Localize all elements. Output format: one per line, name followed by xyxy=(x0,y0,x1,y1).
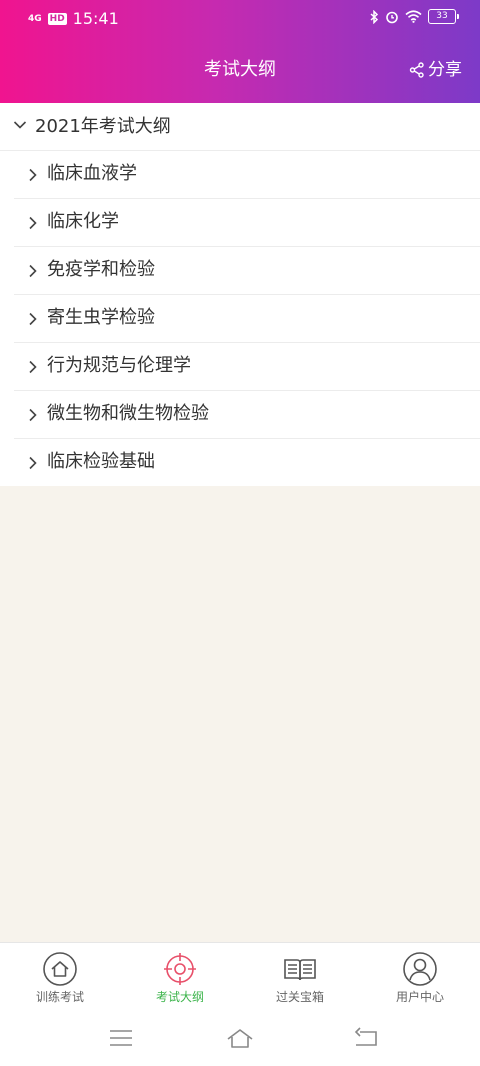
hd-badge: HD xyxy=(47,13,67,25)
user-icon xyxy=(403,952,437,986)
share-label: 分享 xyxy=(428,60,462,80)
status-bar: 4G HD 15:41 33 xyxy=(0,0,480,38)
chevron-right-icon xyxy=(29,216,37,230)
tab-training-exam[interactable]: 训练考试 xyxy=(0,943,120,1015)
page-title: 考试大纲 xyxy=(204,59,276,80)
outline-group-title: 2021年考试大纲 xyxy=(35,116,171,137)
outline-item-label: 临床血液学 xyxy=(47,163,137,184)
outline-item-5[interactable]: 行为规范与伦理学 xyxy=(14,343,480,391)
outline-item-7[interactable]: 临床检验基础 xyxy=(14,439,480,486)
outline-item-label: 行为规范与伦理学 xyxy=(47,355,191,376)
outline-item-3[interactable]: 免疫学和检验 xyxy=(14,247,480,295)
menu-icon[interactable] xyxy=(107,1026,135,1050)
status-time: 15:41 xyxy=(72,9,119,28)
battery-icon: 33 xyxy=(428,9,459,24)
tab-user-center[interactable]: 用户中心 xyxy=(360,943,480,1015)
outline-item-label: 临床化学 xyxy=(47,211,119,232)
outline-item-1[interactable]: 临床血液学 xyxy=(14,151,480,199)
outline-item-4[interactable]: 寄生虫学检验 xyxy=(14,295,480,343)
home-nav-icon[interactable] xyxy=(226,1026,254,1050)
signal-indicator: 4G xyxy=(28,13,42,24)
system-nav-bar xyxy=(0,1014,480,1066)
tab-label: 过关宝箱 xyxy=(275,990,324,1004)
chevron-right-icon xyxy=(29,408,37,422)
book-icon xyxy=(284,959,316,981)
share-icon xyxy=(409,62,424,78)
home-icon xyxy=(43,952,77,986)
chevron-right-icon xyxy=(29,264,37,278)
back-icon[interactable] xyxy=(352,1026,380,1050)
outline-item-label: 免疫学和检验 xyxy=(47,259,155,280)
app-header: 4G HD 15:41 33 考试大纲 分享 xyxy=(0,0,480,103)
chevron-down-icon xyxy=(13,121,27,129)
outline-item-2[interactable]: 临床化学 xyxy=(14,199,480,247)
chevron-right-icon xyxy=(29,312,37,326)
chevron-right-icon xyxy=(29,360,37,374)
outline-item-label: 寄生虫学检验 xyxy=(47,307,155,328)
chevron-right-icon xyxy=(29,168,37,182)
bluetooth-icon xyxy=(370,9,379,24)
outline-group-header[interactable]: 2021年考试大纲 xyxy=(0,103,480,151)
share-button[interactable]: 分享 xyxy=(409,58,462,82)
tab-label: 用户中心 xyxy=(395,990,444,1004)
bottom-tab-bar: 训练考试 考试大纲 过关宝箱 用户中心 xyxy=(0,942,480,1015)
target-icon xyxy=(164,953,196,985)
chevron-right-icon xyxy=(29,456,37,470)
outline-panel: 2021年考试大纲 临床血液学 临床化学 免疫学和检验 寄生虫学检验 行为规范与… xyxy=(0,103,480,486)
tab-treasure-box[interactable]: 过关宝箱 xyxy=(240,943,360,1015)
tab-exam-outline[interactable]: 考试大纲 xyxy=(120,943,240,1015)
tab-label: 考试大纲 xyxy=(155,990,204,1004)
outline-item-label: 微生物和微生物检验 xyxy=(47,403,209,424)
outline-item-label: 临床检验基础 xyxy=(47,451,155,472)
alarm-icon xyxy=(386,11,398,23)
wifi-icon xyxy=(405,10,422,23)
outline-item-6[interactable]: 微生物和微生物检验 xyxy=(14,391,480,439)
tab-label: 训练考试 xyxy=(35,990,84,1004)
